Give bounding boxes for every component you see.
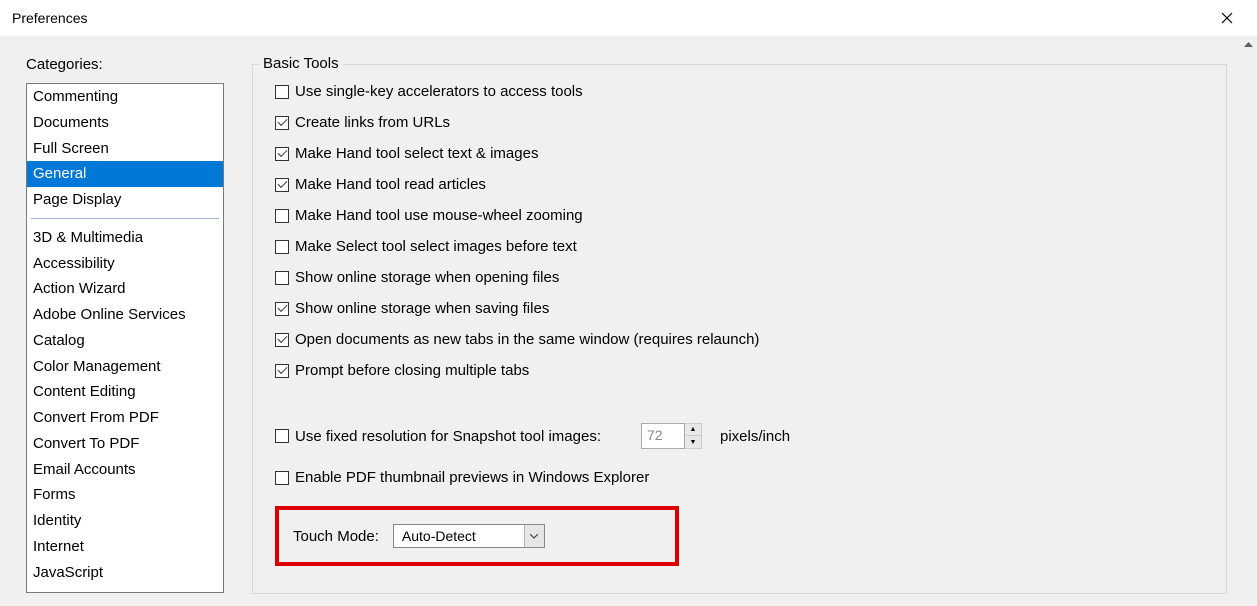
resolution-row: Use fixed resolution for Snapshot tool i… <box>275 423 1204 449</box>
option-checkbox[interactable] <box>275 271 289 285</box>
spinner-up-icon[interactable]: ▲ <box>685 424 701 436</box>
option-label: Open documents as new tabs in the same w… <box>295 331 759 348</box>
category-item[interactable]: Convert From PDF <box>27 405 223 431</box>
option-checkbox[interactable] <box>275 147 289 161</box>
option-row: Make Select tool select images before te… <box>275 238 1204 255</box>
resolution-spinner[interactable]: 72 ▲ ▼ <box>641 423 702 449</box>
thumbnail-label: Enable PDF thumbnail previews in Windows… <box>295 469 649 486</box>
category-item[interactable]: Documents <box>27 110 223 136</box>
option-row: Prompt before closing multiple tabs <box>275 362 1204 379</box>
resolution-checkbox[interactable] <box>275 429 289 443</box>
option-label: Prompt before closing multiple tabs <box>295 362 529 379</box>
category-item[interactable]: JavaScript <box>27 560 223 586</box>
option-label: Make Hand tool select text & images <box>295 145 538 162</box>
category-item[interactable]: Color Management <box>27 354 223 380</box>
touch-mode-label: Touch Mode: <box>293 528 379 545</box>
option-label: Show online storage when opening files <box>295 269 559 286</box>
category-item[interactable]: Catalog <box>27 328 223 354</box>
titlebar: Preferences <box>0 0 1257 36</box>
scrollbar[interactable] <box>1240 36 1257 606</box>
option-checkbox[interactable] <box>275 302 289 316</box>
option-label: Show online storage when saving files <box>295 300 549 317</box>
thumbnail-checkbox[interactable] <box>275 471 289 485</box>
option-checkbox[interactable] <box>275 85 289 99</box>
category-divider <box>31 218 219 219</box>
option-checkbox[interactable] <box>275 240 289 254</box>
category-item[interactable]: Internet <box>27 534 223 560</box>
basic-tools-fieldset: Basic Tools Use single-key accelerators … <box>252 64 1227 594</box>
category-item[interactable]: Identity <box>27 508 223 534</box>
category-item[interactable]: Forms <box>27 482 223 508</box>
touch-mode-value: Auto-Detect <box>394 525 524 547</box>
touch-mode-highlight: Touch Mode: Auto-Detect <box>275 506 679 566</box>
option-checkbox[interactable] <box>275 333 289 347</box>
category-item[interactable]: Full Screen <box>27 136 223 162</box>
fieldset-legend: Basic Tools <box>259 55 343 72</box>
resolution-label: Use fixed resolution for Snapshot tool i… <box>295 428 601 445</box>
category-item[interactable]: Adobe Online Services <box>27 302 223 328</box>
category-item[interactable]: Email Accounts <box>27 457 223 483</box>
option-label: Create links from URLs <box>295 114 450 131</box>
category-item[interactable]: Accessibility <box>27 251 223 277</box>
option-row: Make Hand tool select text & images <box>275 145 1204 162</box>
option-checkbox[interactable] <box>275 116 289 130</box>
category-item[interactable]: Language <box>27 585 223 593</box>
close-icon <box>1221 12 1233 24</box>
option-checkbox[interactable] <box>275 209 289 223</box>
resolution-unit: pixels/inch <box>720 428 790 445</box>
option-checkbox[interactable] <box>275 178 289 192</box>
touch-mode-combo[interactable]: Auto-Detect <box>393 524 545 548</box>
option-label: Make Hand tool read articles <box>295 176 486 193</box>
option-row: Make Hand tool read articles <box>275 176 1204 193</box>
option-row: Use single-key accelerators to access to… <box>275 83 1204 100</box>
category-item[interactable]: Convert To PDF <box>27 431 223 457</box>
thumbnail-row: Enable PDF thumbnail previews in Windows… <box>275 469 1204 486</box>
option-checkbox[interactable] <box>275 364 289 378</box>
resolution-input[interactable]: 72 <box>641 423 685 449</box>
category-item[interactable]: 3D & Multimedia <box>27 225 223 251</box>
option-row: Open documents as new tabs in the same w… <box>275 331 1204 348</box>
option-row: Create links from URLs <box>275 114 1204 131</box>
chevron-down-icon[interactable] <box>524 525 544 547</box>
category-item[interactable]: Page Display <box>27 187 223 213</box>
option-row: Show online storage when saving files <box>275 300 1204 317</box>
window-title: Preferences <box>12 10 87 26</box>
scroll-up-icon[interactable] <box>1240 36 1257 53</box>
category-item[interactable]: Action Wizard <box>27 276 223 302</box>
category-item[interactable]: General <box>27 161 223 187</box>
category-item[interactable]: Content Editing <box>27 379 223 405</box>
close-button[interactable] <box>1207 3 1247 33</box>
category-item[interactable]: Commenting <box>27 84 223 110</box>
categories-label: Categories: <box>26 56 224 73</box>
option-row: Make Hand tool use mouse-wheel zooming <box>275 207 1204 224</box>
categories-list[interactable]: CommentingDocumentsFull ScreenGeneralPag… <box>26 83 224 593</box>
option-label: Use single-key accelerators to access to… <box>295 83 583 100</box>
option-label: Make Select tool select images before te… <box>295 238 577 255</box>
option-label: Make Hand tool use mouse-wheel zooming <box>295 207 583 224</box>
spinner-down-icon[interactable]: ▼ <box>685 436 701 448</box>
option-row: Show online storage when opening files <box>275 269 1204 286</box>
